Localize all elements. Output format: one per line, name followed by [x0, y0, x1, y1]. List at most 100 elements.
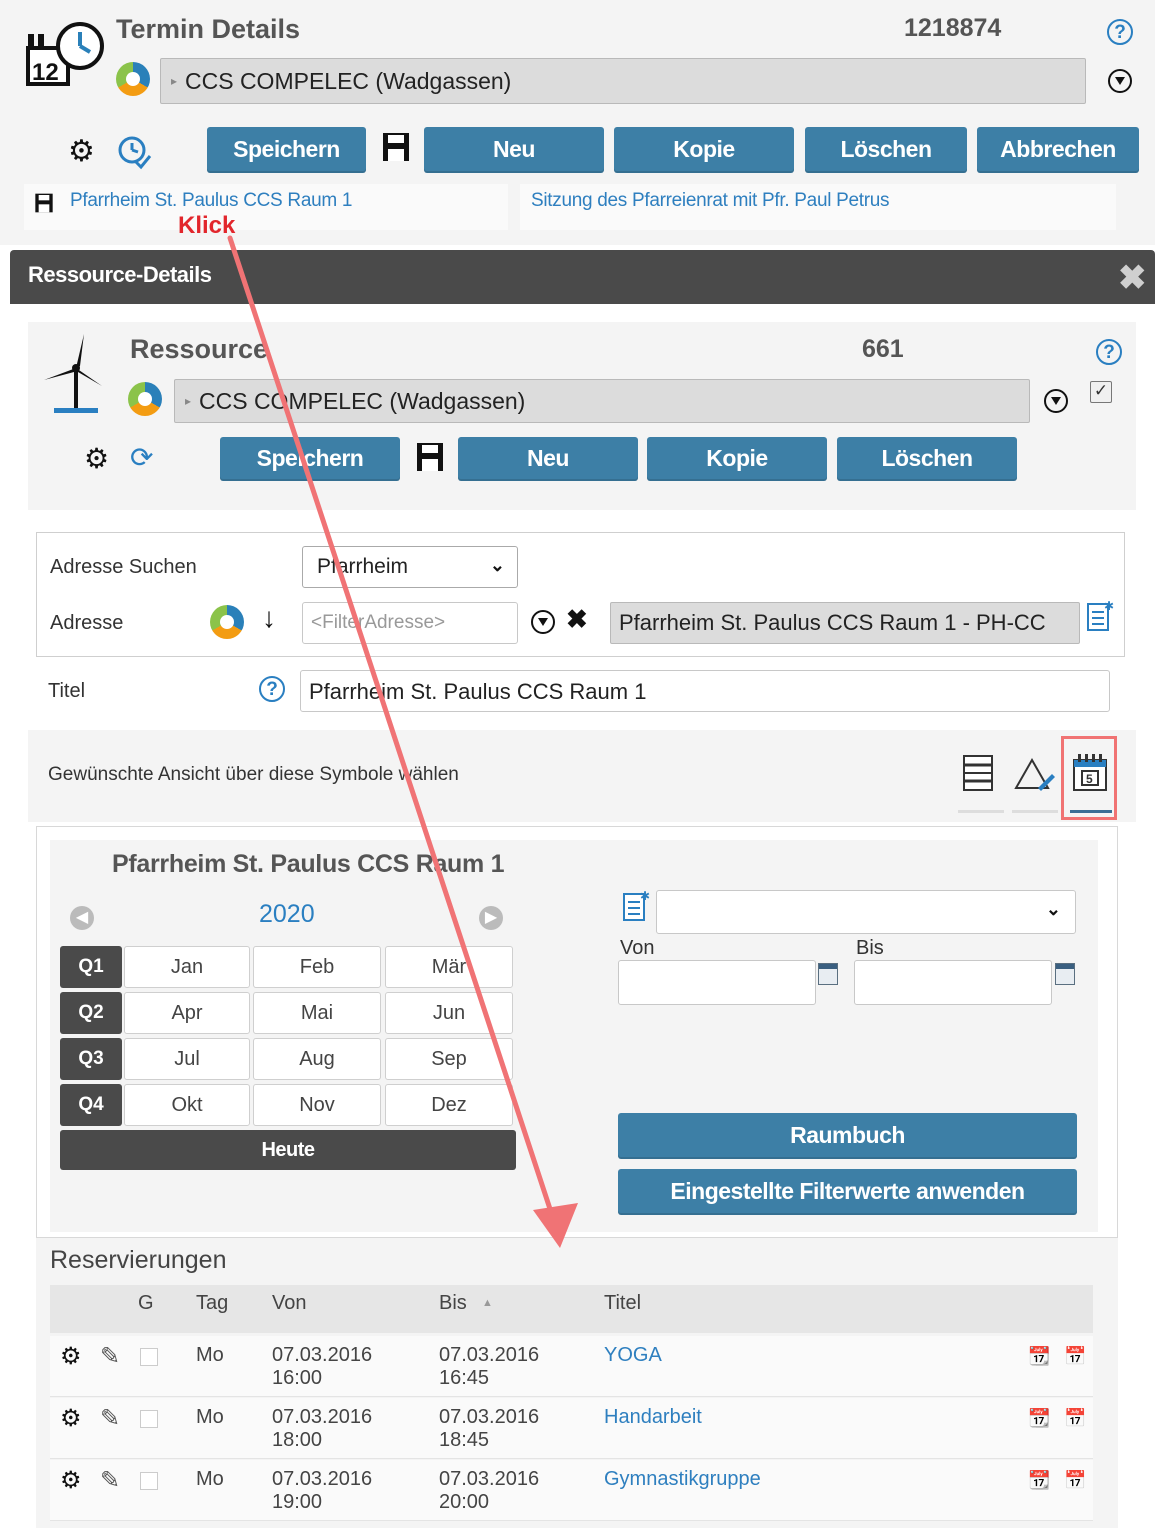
cancel-button[interactable]: Abbrechen	[977, 127, 1139, 173]
row-checkbox[interactable]	[140, 1472, 158, 1490]
month-dez[interactable]: Dez	[385, 1084, 513, 1126]
von-input[interactable]	[618, 960, 816, 1005]
row-titel-link[interactable]: YOGA	[604, 1344, 662, 1367]
ressource-floppy-icon[interactable]	[416, 442, 444, 477]
month-jul[interactable]: Jul	[124, 1038, 250, 1080]
help-icon[interactable]: ?	[1107, 19, 1133, 45]
row-von-date: 07.03.2016	[272, 1344, 373, 1366]
floppy-icon[interactable]	[382, 132, 410, 167]
next-year-icon[interactable]: ▶	[479, 906, 503, 930]
row-calendar-icon[interactable]: 📆	[1028, 1346, 1050, 1367]
clock-check-icon[interactable]	[116, 134, 152, 175]
copy-button[interactable]: Kopie	[614, 127, 794, 173]
edit-triangle-icon[interactable]	[1012, 752, 1058, 813]
row-titel-link[interactable]: Handarbeit	[604, 1406, 702, 1429]
quarter-q4[interactable]: Q4	[60, 1084, 122, 1126]
address-search-label: Adresse Suchen	[50, 556, 197, 578]
col-titel[interactable]: Titel	[604, 1292, 641, 1315]
month-aug[interactable]: Aug	[253, 1038, 381, 1080]
active-checkbox[interactable]: ✓	[1090, 381, 1112, 403]
ressource-new-button[interactable]: Neu	[458, 437, 638, 481]
ressource-help-icon[interactable]: ?	[1096, 339, 1122, 365]
row-edit-icon[interactable]: ✎	[100, 1466, 120, 1495]
today-button[interactable]: Heute	[60, 1130, 516, 1170]
row-checkbox[interactable]	[140, 1348, 158, 1366]
month-mai[interactable]: Mai	[253, 992, 381, 1034]
month-okt[interactable]: Okt	[124, 1084, 250, 1126]
von-date-picker-icon[interactable]	[818, 963, 838, 985]
quarter-q3[interactable]: Q3	[60, 1038, 122, 1080]
ressource-org-ring-icon[interactable]	[128, 382, 162, 416]
row-edit-icon[interactable]: ✎	[100, 1342, 120, 1371]
filter-edit-icon[interactable]: ✱	[622, 889, 650, 929]
month-sep[interactable]: Sep	[385, 1038, 513, 1080]
ressource-download-circle-icon[interactable]	[1044, 389, 1068, 413]
gear-icon[interactable]: ⚙	[68, 134, 95, 169]
row-calendar-icon[interactable]: 📆	[1028, 1470, 1050, 1491]
svg-text:12: 12	[32, 59, 59, 86]
org-ring-icon[interactable]	[116, 62, 150, 96]
row-calendar-add-icon[interactable]: 📅	[1064, 1408, 1086, 1429]
delete-button[interactable]: Löschen	[805, 127, 967, 173]
row-edit-icon[interactable]: ✎	[100, 1404, 120, 1433]
address-value-field[interactable]: Pfarrheim St. Paulus CCS Raum 1 - PH-CC	[610, 602, 1080, 644]
prev-year-icon[interactable]: ◀	[70, 906, 94, 930]
org-select-value: CCS COMPELEC (Wadgassen)	[185, 68, 512, 94]
annotation-klick-label: Klick	[178, 212, 236, 239]
refresh-icon[interactable]: ⟳	[130, 441, 153, 474]
row-checkbox[interactable]	[140, 1410, 158, 1428]
col-bis[interactable]: Bis	[439, 1292, 467, 1315]
col-g[interactable]: G	[138, 1292, 154, 1315]
address-download-circle-icon[interactable]	[531, 610, 555, 634]
address-search-select[interactable]: Pfarrheim ⌄	[302, 546, 518, 588]
termin-title: Termin Details	[116, 14, 301, 44]
address-edit-icon[interactable]: ✱	[1086, 599, 1114, 639]
download-circle-icon[interactable]	[1108, 69, 1132, 93]
row-gear-icon[interactable]: ⚙	[60, 1466, 82, 1495]
month-mar[interactable]: Mär	[385, 946, 513, 988]
apply-filter-button[interactable]: Eingestellte Filterwerte anwenden	[618, 1169, 1077, 1215]
caret-right-icon: ▸	[185, 394, 192, 408]
ressource-gear-icon[interactable]: ⚙	[84, 442, 109, 475]
ressource-org-select[interactable]: ▸ CCS COMPELEC (Wadgassen)	[174, 379, 1030, 423]
row-calendar-icon[interactable]: 📆	[1028, 1408, 1050, 1429]
titel-input[interactable]: Pfarrheim St. Paulus CCS Raum 1	[300, 670, 1110, 712]
bis-input[interactable]	[854, 960, 1052, 1005]
calendar-heading: Pfarrheim St. Paulus CCS Raum 1	[112, 850, 505, 878]
bis-date-picker-icon[interactable]	[1055, 963, 1075, 985]
month-jun[interactable]: Jun	[385, 992, 513, 1034]
new-button[interactable]: Neu	[424, 127, 604, 173]
quarter-q1[interactable]: Q1	[60, 946, 122, 988]
col-von[interactable]: Von	[272, 1292, 306, 1315]
month-apr[interactable]: Apr	[124, 992, 250, 1034]
close-icon[interactable]: ✖	[1118, 258, 1147, 298]
ressource-link[interactable]: Pfarrheim St. Paulus CCS Raum 1	[70, 190, 352, 212]
ressource-delete-button[interactable]: Löschen	[837, 437, 1017, 481]
ressource-copy-button[interactable]: Kopie	[647, 437, 827, 481]
month-feb[interactable]: Feb	[253, 946, 381, 988]
row-gear-icon[interactable]: ⚙	[60, 1404, 82, 1433]
month-jan[interactable]: Jan	[124, 946, 250, 988]
list-view-icon[interactable]	[958, 752, 1004, 813]
clear-address-icon[interactable]: ✖	[566, 604, 588, 635]
col-tag[interactable]: Tag	[196, 1292, 228, 1315]
titel-help-icon[interactable]: ?	[259, 676, 285, 702]
view-hint-text: Gewünschte Ansicht über diese Symbole wä…	[48, 764, 459, 785]
raumbuch-button[interactable]: Raumbuch	[618, 1113, 1077, 1159]
ressource-save-button[interactable]: Speichern	[220, 437, 400, 481]
row-calendar-add-icon[interactable]: 📅	[1064, 1470, 1086, 1491]
month-nov[interactable]: Nov	[253, 1084, 381, 1126]
calendar-view-icon[interactable]: 5	[1070, 752, 1112, 813]
address-ring-icon[interactable]	[210, 605, 244, 639]
save-button[interactable]: Speichern	[207, 127, 366, 173]
row-calendar-add-icon[interactable]: 📅	[1064, 1346, 1086, 1367]
arrow-down-icon[interactable]: ↓	[262, 602, 276, 634]
quarter-q2[interactable]: Q2	[60, 992, 122, 1034]
session-link[interactable]: Sitzung des Pfarreienrat mit Pfr. Paul P…	[531, 190, 890, 212]
filter-select[interactable]: ⌄	[656, 890, 1076, 934]
row-gear-icon[interactable]: ⚙	[60, 1342, 82, 1371]
year-label[interactable]: 2020	[259, 900, 315, 929]
filter-address-input[interactable]: <FilterAdresse>	[302, 602, 518, 644]
row-titel-link[interactable]: Gymnastikgruppe	[604, 1468, 761, 1491]
org-select[interactable]: ▸ CCS COMPELEC (Wadgassen)	[160, 58, 1086, 104]
